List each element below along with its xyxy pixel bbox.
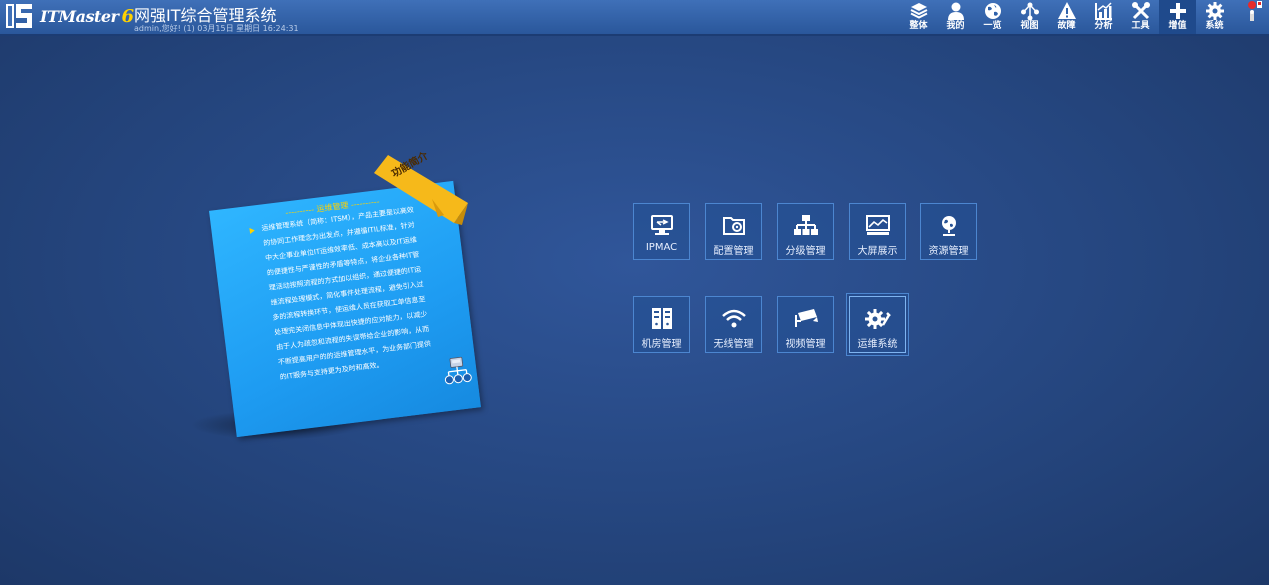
module-wireless[interactable]: 无线管理	[705, 296, 762, 353]
module-label: 资源管理	[928, 246, 969, 257]
module-label: 视频管理	[785, 339, 826, 350]
nav-label: 整体	[909, 21, 928, 31]
brand-name: ITMaster	[40, 7, 119, 26]
module-config[interactable]: 配置管理	[705, 203, 762, 260]
nav-label: 一览	[983, 21, 1002, 31]
gears-icon	[864, 309, 891, 329]
nav-item-overview[interactable]: 一览	[974, 0, 1011, 34]
module-ops-system[interactable]: 运维系统	[849, 296, 906, 353]
monitor-network-icon	[650, 215, 673, 235]
tools-icon	[1131, 2, 1150, 20]
server-rack-icon	[651, 308, 672, 329]
layers-icon	[910, 3, 927, 19]
nav-item-system[interactable]: 系统	[1196, 0, 1233, 34]
hierarchy-icon	[793, 215, 818, 235]
module-video[interactable]: 视频管理	[777, 296, 834, 353]
nav-label: 我的	[946, 21, 965, 31]
camera-icon	[794, 309, 818, 327]
nav-label: 增值	[1168, 21, 1187, 31]
module-ipmac[interactable]: IPMAC	[633, 203, 690, 260]
network-icon	[1020, 2, 1039, 21]
nav-item-fault[interactable]: 故障	[1048, 0, 1085, 34]
module-label: 大屏展示	[857, 246, 898, 257]
intro-text: 运维管理系统（简称：ITSM），产品主要是以高效的协同工作理念为出发点，并遵循I…	[261, 205, 432, 382]
nav-item-analysis[interactable]: 分析	[1085, 0, 1122, 34]
bullet-arrow-icon	[249, 227, 256, 234]
module-machine-room[interactable]: 机房管理	[633, 296, 690, 353]
main-nav: 整体 我的 一览 视图 故障 分析 工具 增值 系统	[900, 0, 1233, 34]
screen-chart-icon	[865, 215, 890, 235]
module-label: 运维系统	[857, 339, 898, 350]
module-hierarchy[interactable]: 分级管理	[777, 203, 834, 260]
org-tree-icon	[444, 356, 472, 385]
alert-status-icon[interactable]	[1247, 0, 1263, 28]
nav-item-tools[interactable]: 工具	[1122, 0, 1159, 34]
brand-version: 6	[121, 6, 134, 27]
user-icon	[947, 2, 964, 20]
globe-icon	[984, 3, 1001, 19]
nav-item-value-added[interactable]: 增值	[1159, 0, 1196, 34]
itmaster-logo-icon	[6, 4, 32, 28]
module-label: 分级管理	[785, 246, 826, 257]
nav-label: 工具	[1131, 21, 1150, 31]
module-label: 配置管理	[713, 246, 754, 257]
globe-stand-icon	[941, 216, 956, 236]
nav-label: 分析	[1094, 21, 1113, 31]
folder-gear-icon	[722, 217, 745, 235]
nav-item-view[interactable]: 视图	[1011, 0, 1048, 34]
module-resource[interactable]: 资源管理	[920, 203, 977, 260]
top-header: ITMaster 6 网强IT综合管理系统 admin,您好! (1) 03月15…	[0, 0, 1269, 36]
brand-logo-text: ITMaster 6	[40, 6, 134, 27]
gear-icon	[1205, 2, 1224, 20]
module-big-screen[interactable]: 大屏展示	[849, 203, 906, 260]
module-label: 无线管理	[713, 339, 754, 350]
module-label: IPMAC	[645, 242, 678, 253]
nav-item-mine[interactable]: 我的	[937, 0, 974, 34]
nav-item-overall[interactable]: 整体	[900, 0, 937, 34]
nav-label: 系统	[1205, 21, 1224, 31]
nav-label: 故障	[1057, 21, 1076, 31]
nav-label: 视图	[1020, 21, 1039, 31]
plus-icon	[1169, 3, 1186, 19]
warning-icon	[1057, 2, 1076, 19]
module-label: 机房管理	[641, 339, 682, 350]
wifi-icon	[721, 309, 746, 328]
chart-icon	[1094, 2, 1112, 20]
user-info: admin,您好! (1) 03月15日 星期日 16:24:31	[134, 24, 299, 33]
